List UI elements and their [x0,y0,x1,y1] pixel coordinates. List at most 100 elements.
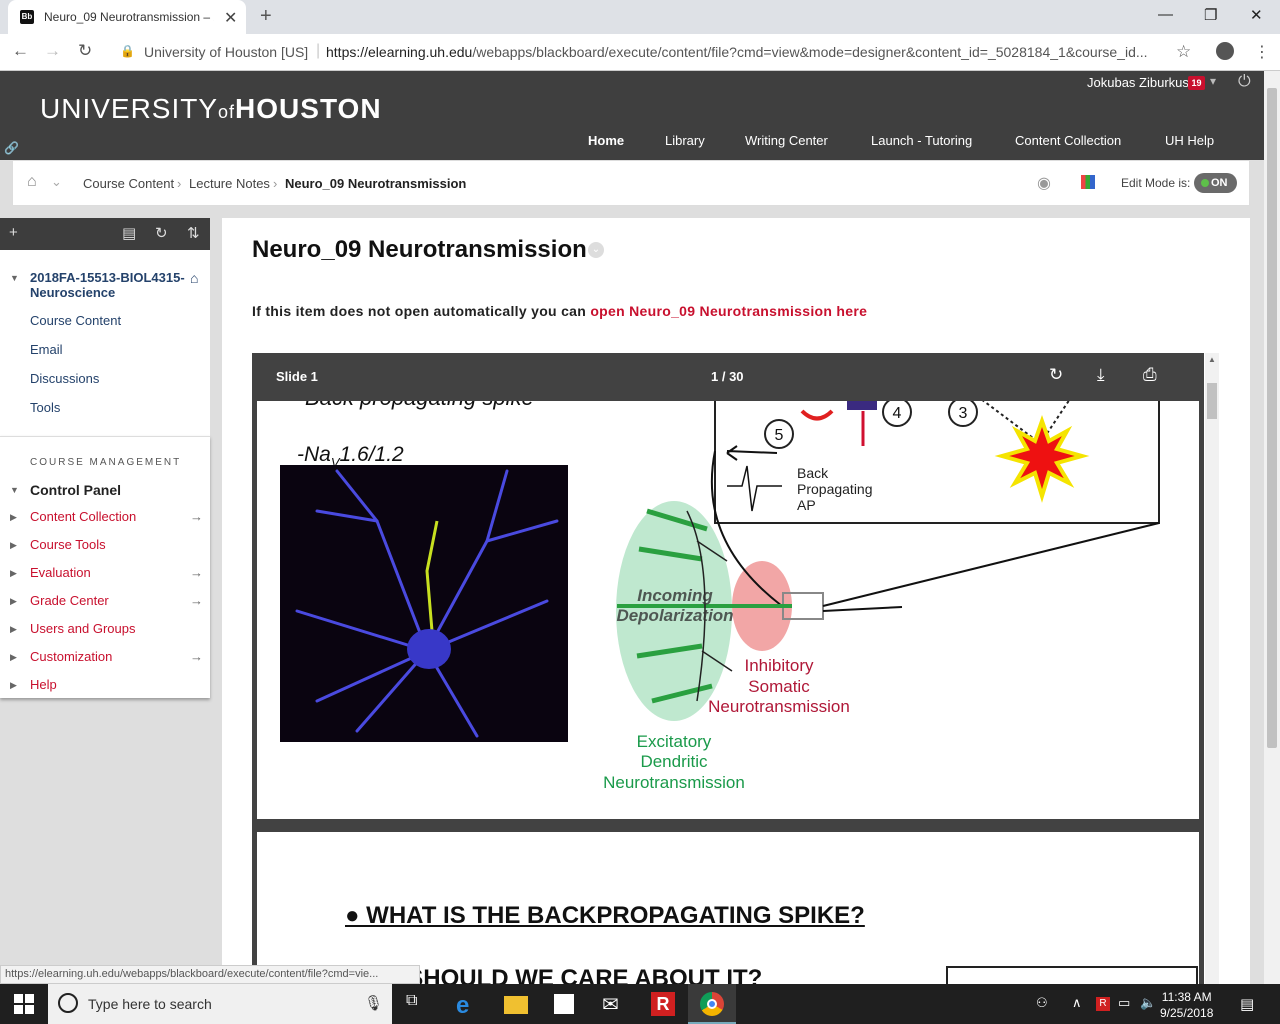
viewer-scrollbar[interactable]: ▲ [1205,353,1219,984]
sidebar-item-tools[interactable]: Tools [30,400,60,415]
expand-triangle-icon[interactable]: ▶ [10,680,17,691]
sidebar-item-discussions[interactable]: Discussions [30,371,99,386]
browser-menu-icon[interactable]: ⋮ [1254,42,1270,62]
refresh-icon[interactable]: ↻ [155,224,168,242]
taskbar-clock[interactable]: 11:38 AM 9/25/2018 [1160,989,1213,1021]
site-identity[interactable]: University of Houston [US] [144,44,308,60]
tray-chevron-up-icon[interactable]: ∧ [1072,995,1082,1011]
expand-triangle-icon[interactable]: ▶ [10,512,17,523]
breadcrumb-course-content[interactable]: Course Content [83,176,174,191]
network-icon[interactable]: ▭ [1118,995,1130,1011]
collapse-triangle-icon[interactable]: ▼ [10,485,19,495]
cp-customization[interactable]: Customization [30,649,112,664]
forward-arrow-icon[interactable]: → [44,41,61,61]
expand-triangle-icon[interactable]: ▶ [10,624,17,635]
open-item-text: If this item does not open automatically… [252,303,867,319]
svg-text:5: 5 [775,427,784,444]
chevron-down-circle-icon[interactable]: ⌄ [51,174,62,190]
control-panel-heading[interactable]: Control Panel [30,482,121,498]
nav-content-collection[interactable]: Content Collection [1015,133,1121,148]
people-icon[interactable]: ⚇ [1036,995,1048,1011]
folder-view-icon[interactable]: ▤ [122,224,136,242]
chrome-taskbar-button[interactable] [688,984,736,1024]
link-icon[interactable]: 🔗 [4,141,19,155]
nav-launch-tutoring[interactable]: Launch - Tutoring [871,133,972,148]
bookmark-star-icon[interactable]: ☆ [1176,42,1191,62]
expand-triangle-icon[interactable]: ▶ [10,540,17,551]
task-view-icon[interactable]: ⧉ [406,992,430,1016]
edit-mode-toggle[interactable]: ON [1194,173,1237,193]
svg-text:Propagating: Propagating [797,481,873,497]
open-item-link[interactable]: open Neuro_09 Neurotransmission here [590,303,867,319]
home-icon[interactable]: ⌂ [27,173,37,191]
back-arrow-icon[interactable]: ← [12,41,29,61]
windows-start-icon[interactable] [14,994,34,1014]
nav-library[interactable]: Library [665,133,705,148]
cp-evaluation[interactable]: Evaluation [30,565,91,580]
arrow-right-icon[interactable]: → [190,649,203,664]
taskbar-search-box[interactable]: Type here to search 🎙 [48,984,392,1024]
lock-icon[interactable]: 🔒 [120,44,135,58]
tray-recorder-icon[interactable]: R [1096,997,1110,1011]
store-icon[interactable] [554,994,574,1014]
sidebar-item-course-content[interactable]: Course Content [30,313,121,328]
nav-writing-center[interactable]: Writing Center [745,133,828,148]
viewer-scrollbar-thumb[interactable] [1207,383,1217,419]
cp-grade-center[interactable]: Grade Center [30,593,109,608]
add-icon[interactable]: + [9,224,18,241]
arrow-right-icon[interactable]: → [190,593,203,608]
cp-help[interactable]: Help [30,677,57,692]
arrow-right-icon[interactable]: → [190,509,203,524]
cp-content-collection[interactable]: Content Collection [30,509,136,524]
chrome-icon-center [707,999,717,1009]
logout-power-icon[interactable]: ⏻ [1238,73,1251,91]
slide-page-1: Back propagating spike -NaV1.6/1.2 [257,401,1199,819]
volume-icon[interactable]: 🔈 [1140,995,1156,1011]
item-options-chevron-icon[interactable]: ⌄ [588,242,604,258]
breadcrumb-lecture-notes[interactable]: Lecture Notes [189,176,270,191]
sort-icon[interactable]: ⇅ [187,224,200,242]
university-logo[interactable]: UNIVERSITYofHOUSTON [40,93,382,125]
browser-tab[interactable]: Bb Neuro_09 Neurotransmission – 2 ✕ [8,0,246,34]
expand-triangle-icon[interactable]: ▶ [10,652,17,663]
address-bar[interactable]: https://elearning.uh.edu/webapps/blackbo… [326,44,1166,60]
collapse-triangle-icon[interactable]: ▼ [10,273,19,283]
neuron-micrograph [280,465,568,742]
rotate-icon[interactable]: ↻ [1049,365,1063,385]
scroll-up-icon[interactable]: ▲ [1208,355,1216,364]
download-icon[interactable]: ⤓ [1097,365,1105,385]
sidebar-item-email[interactable]: Email [30,342,63,357]
arrow-right-icon[interactable]: → [190,565,203,580]
new-tab-icon[interactable]: + [260,5,272,28]
notification-badge[interactable]: 19 [1188,76,1205,90]
cp-course-tools[interactable]: Course Tools [30,537,106,552]
course-home-icon[interactable]: ⌂ [190,270,198,286]
action-center-icon[interactable]: ▤ [1240,995,1254,1013]
edge-browser-icon[interactable]: e [456,992,480,1019]
close-tab-icon[interactable]: ✕ [224,8,237,28]
window-close-icon[interactable]: ✕ [1250,6,1263,24]
reload-icon[interactable]: ↻ [78,41,92,61]
print-icon[interactable]: ⎙ [1143,365,1157,385]
course-title[interactable]: 2018FA-15513-BIOL4315-Neuroscience [30,270,188,300]
cp-users-and-groups[interactable]: Users and Groups [30,621,136,636]
profile-avatar-icon[interactable] [1216,42,1234,60]
restore-icon[interactable]: ❐ [1204,6,1217,24]
nav-uh-help[interactable]: UH Help [1165,133,1214,148]
microphone-icon[interactable]: 🎙 [364,994,383,1012]
chevron-down-icon[interactable]: ▾ [1210,74,1216,88]
recorder-app-icon[interactable]: R [651,992,675,1016]
nav-home[interactable]: Home [588,133,624,148]
mail-icon[interactable]: ✉ [602,992,626,1016]
minimize-icon[interactable]: — [1158,6,1173,23]
page-scrollbar-thumb[interactable] [1267,88,1277,748]
student-preview-eye-icon[interactable]: ◉ [1037,173,1051,193]
breadcrumb-current: Neuro_09 Neurotransmission [285,176,467,191]
expand-triangle-icon[interactable]: ▶ [10,568,17,579]
url-divider: | [316,42,321,59]
file-explorer-icon[interactable] [504,996,528,1014]
user-menu[interactable]: Jokubas Ziburkus [1087,75,1189,90]
open-item-prefix: If this item does not open automatically… [252,303,591,319]
expand-triangle-icon[interactable]: ▶ [10,596,17,607]
palette-icon[interactable] [1081,175,1095,189]
